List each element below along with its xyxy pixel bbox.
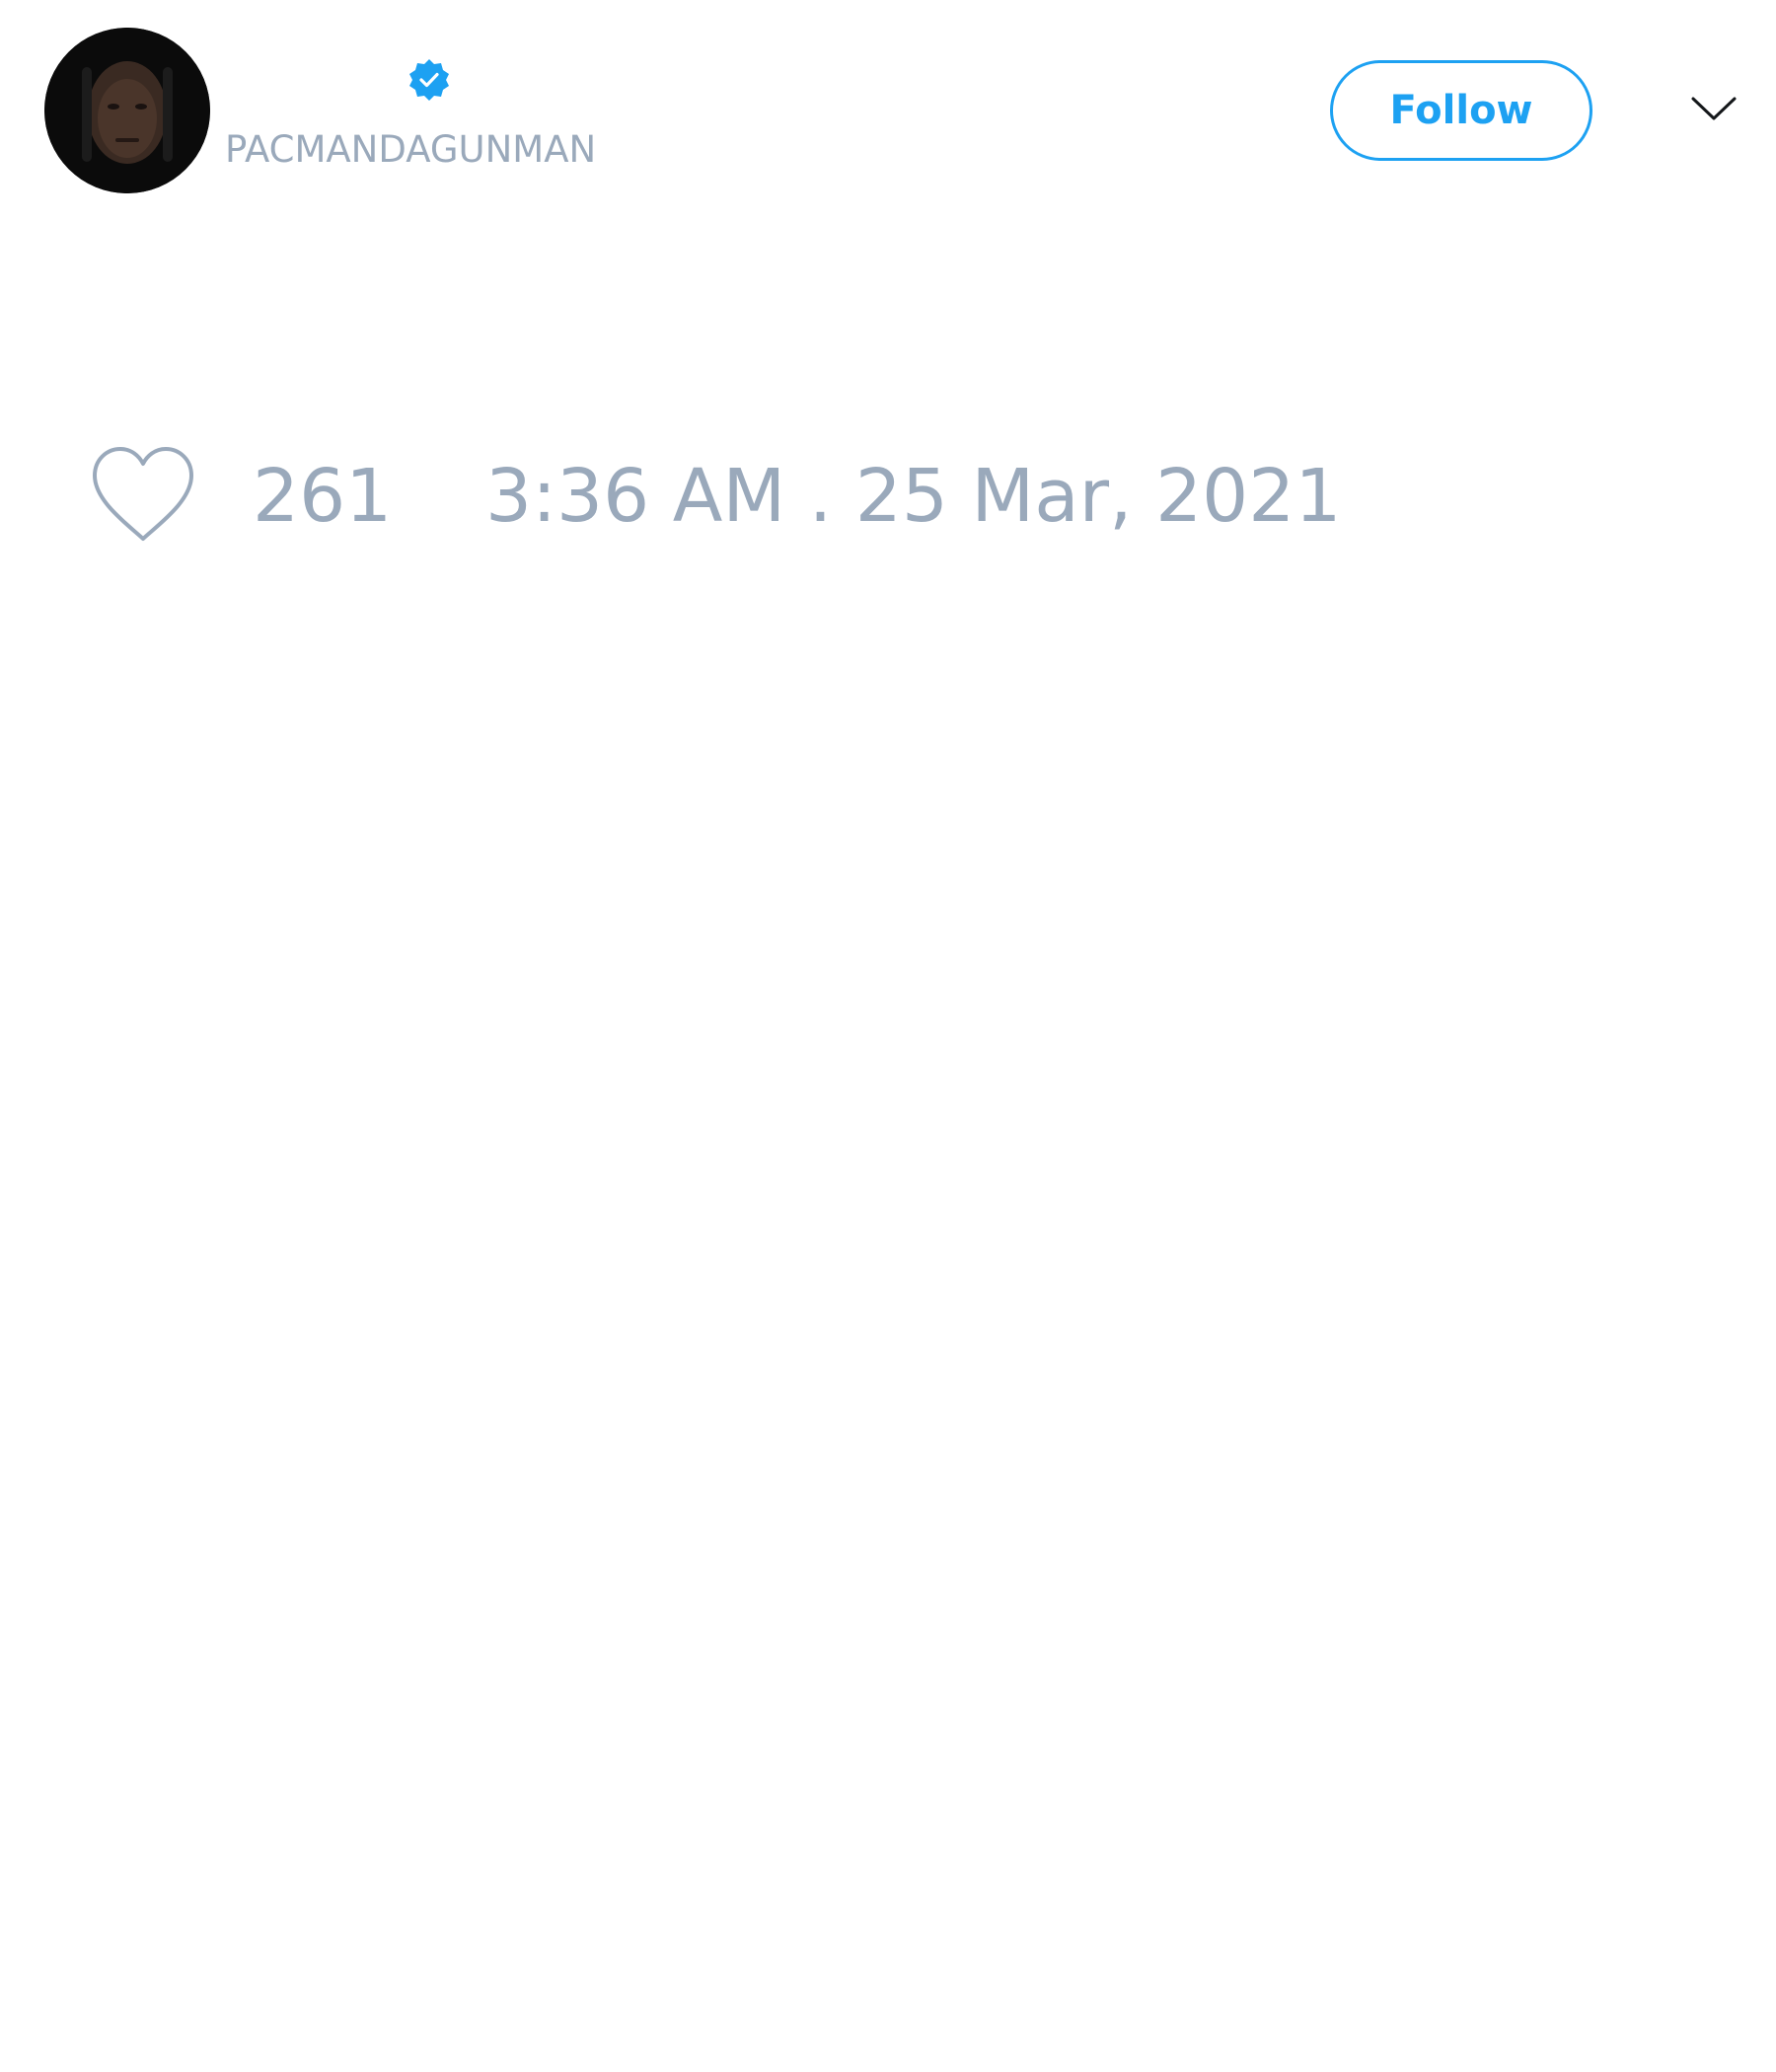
tweet-timestamp[interactable]: 3:36 AM . 25 Mar, 2021 — [485, 452, 1341, 541]
tweet-footer: 261 3:36 AM . 25 Mar, 2021 — [0, 434, 1776, 553]
avatar-image — [44, 28, 210, 193]
heart-icon[interactable] — [89, 444, 197, 547]
follow-button[interactable]: Follow — [1330, 60, 1592, 161]
avatar[interactable] — [44, 28, 210, 193]
user-handle[interactable]: PACMANDAGUNMAN — [225, 126, 596, 174]
like-count: 261 — [253, 454, 393, 539]
verified-badge-icon — [407, 57, 452, 103]
tweet-card: PACMANDAGUNMAN Follow 261 3:36 AM . 25 M… — [0, 0, 1776, 2072]
chevron-down-icon[interactable] — [1689, 89, 1739, 128]
